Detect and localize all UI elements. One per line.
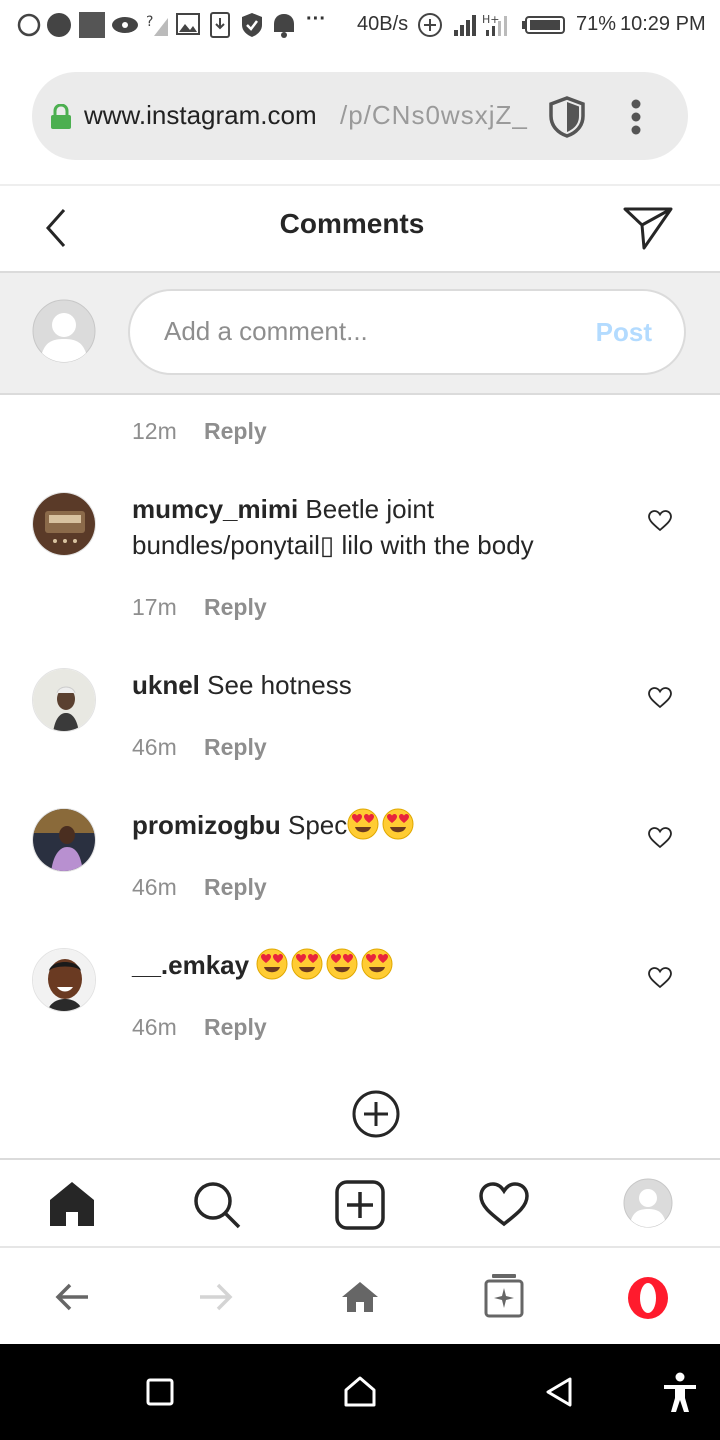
reply-button[interactable]: Reply	[204, 594, 267, 620]
reply-button[interactable]: Reply	[204, 734, 267, 760]
avatar-image	[33, 809, 95, 871]
activity-icon[interactable]	[479, 1182, 529, 1228]
recents-icon[interactable]	[146, 1378, 174, 1406]
comment-body: Spec	[288, 810, 348, 840]
accessibility-icon[interactable]	[662, 1372, 698, 1414]
comment-input[interactable]	[162, 315, 566, 348]
heart-eyes-emoji-icon	[347, 808, 379, 840]
more-vertical-icon[interactable]	[628, 98, 644, 138]
heart-eyes-emoji-icon	[382, 808, 414, 840]
instagram-tab-bar	[0, 1160, 720, 1246]
battery-level: 71%	[576, 13, 617, 35]
comment-body: See hotness	[207, 670, 352, 700]
like-heart-icon[interactable]	[648, 686, 672, 710]
svg-text:?: ?	[146, 14, 153, 30]
image-icon	[79, 12, 105, 38]
comment-time: 46m	[132, 1014, 177, 1040]
comment-username[interactable]: mumcy_mimi	[132, 494, 298, 524]
comment-time: 17m	[132, 594, 177, 620]
like-heart-icon[interactable]	[648, 509, 672, 533]
heart-eyes-emoji-icon	[326, 948, 358, 980]
shield-icon[interactable]	[548, 96, 586, 138]
load-more-comments-icon[interactable]	[352, 1090, 400, 1138]
back-arrow-icon[interactable]	[54, 1282, 90, 1312]
avatar[interactable]	[32, 492, 96, 556]
browser-toolbar	[0, 1248, 720, 1344]
download-icon	[210, 12, 230, 38]
app-icon	[47, 13, 71, 37]
battery-icon	[522, 16, 565, 34]
signal-h-plus-icon: H+	[482, 13, 507, 36]
shield-check-icon	[242, 13, 262, 37]
comment-meta: 46m Reply	[132, 1014, 267, 1041]
comment-composer: Post	[0, 273, 720, 395]
comment-text: __.emkay	[132, 947, 602, 983]
reply-button[interactable]: Reply	[204, 418, 267, 444]
page-title: Comments	[279, 208, 425, 239]
heart-eyes-emoji-icon	[256, 948, 288, 980]
signal-icon	[454, 15, 476, 36]
comment-username[interactable]: uknel	[132, 670, 200, 700]
eye-icon	[112, 17, 138, 33]
current-user-avatar	[32, 299, 96, 363]
heart-eyes-emoji-icon	[291, 948, 323, 980]
android-navigation-bar	[0, 1344, 720, 1440]
avatar-image	[33, 949, 95, 1011]
opera-icon[interactable]	[626, 1276, 670, 1320]
more-notifications-icon: ···	[306, 8, 326, 30]
profile-icon[interactable]	[623, 1178, 673, 1228]
avatar-image	[33, 493, 95, 555]
bell-icon	[274, 14, 294, 38]
like-heart-icon[interactable]	[648, 966, 672, 990]
clock: 10:29 PM	[620, 13, 706, 35]
home-icon[interactable]	[340, 1280, 380, 1314]
svg-text:H+: H+	[482, 13, 500, 26]
search-icon[interactable]	[192, 1180, 242, 1230]
comment-text: mumcy_mimi Beetle joint bundles/ponytail…	[132, 491, 602, 563]
signal-unknown-icon: ?	[146, 14, 168, 36]
new-post-icon[interactable]	[335, 1180, 385, 1230]
comment-time: 12m	[132, 418, 177, 444]
comment-meta: 17m Reply	[132, 594, 267, 621]
comment-meta: 46m Reply	[132, 874, 267, 901]
emoji-row	[256, 948, 396, 980]
reply-button[interactable]: Reply	[204, 1014, 267, 1040]
comment-meta: 12m Reply	[132, 418, 267, 445]
network-speed: 40B/s	[357, 13, 409, 35]
avatar[interactable]	[32, 668, 96, 732]
url-host: www.instagram.com	[84, 100, 317, 130]
comment-username[interactable]: promizogbu	[132, 810, 281, 840]
direct-send-icon[interactable]	[622, 204, 674, 252]
address-bar[interactable]: www.instagram.com /p/CNs0wsxjZ_	[32, 72, 688, 160]
comment-meta: 46m Reply	[132, 734, 267, 761]
reply-button[interactable]: Reply	[204, 874, 267, 900]
home-icon[interactable]	[344, 1376, 376, 1408]
emoji-row	[347, 808, 417, 840]
comment-time: 46m	[132, 734, 177, 760]
avatar-image	[33, 669, 95, 731]
home-icon[interactable]	[48, 1180, 96, 1228]
comment-text: promizogbu Spec	[132, 807, 602, 843]
post-button[interactable]: Post	[596, 317, 652, 348]
status-bar: ? ··· 40B/s H+ 71% 10:29 PM	[0, 0, 720, 50]
avatar[interactable]	[32, 948, 96, 1012]
comment-time: 46m	[132, 874, 177, 900]
lock-icon	[51, 104, 71, 129]
comment-input-wrapper: Post	[128, 289, 686, 375]
chat-icon	[17, 13, 41, 37]
url-path: /p/CNs0wsxjZ_	[340, 100, 528, 130]
tabs-icon[interactable]	[484, 1272, 524, 1318]
forward-arrow-icon[interactable]	[198, 1282, 234, 1312]
heart-eyes-emoji-icon	[361, 948, 393, 980]
divider	[0, 184, 720, 186]
like-heart-icon[interactable]	[648, 826, 672, 850]
back-icon[interactable]	[544, 1376, 574, 1408]
comment-username[interactable]: __.emkay	[132, 950, 249, 980]
gallery-icon	[176, 13, 200, 35]
data-saver-icon	[418, 13, 442, 37]
avatar[interactable]	[32, 808, 96, 872]
comment-text: uknel See hotness	[132, 667, 602, 703]
